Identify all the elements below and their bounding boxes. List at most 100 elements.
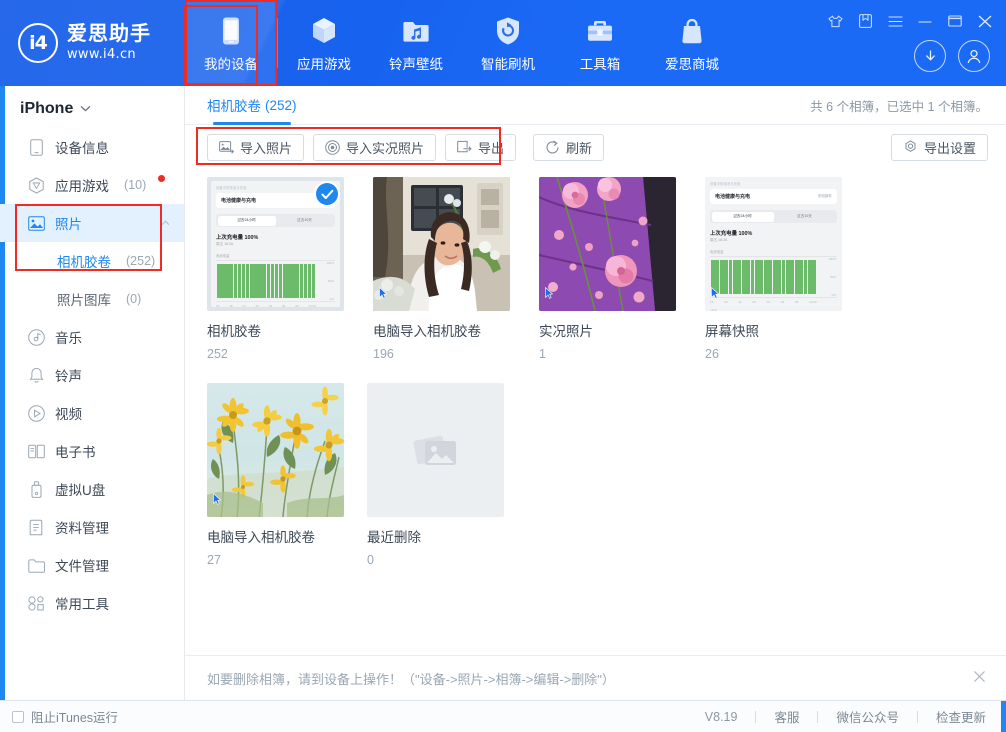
album-cell[interactable]: 最近删除 0 <box>367 383 527 567</box>
album-thumbnail[interactable] <box>207 383 344 517</box>
sidebar-item-data-management[interactable]: 资料管理 <box>0 508 184 546</box>
block-itunes-checkbox[interactable]: 阻止iTunes运行 <box>12 707 118 726</box>
chevron-down-icon <box>80 103 91 115</box>
export-icon <box>457 140 472 154</box>
sidebar-item-label: 虚拟U盘 <box>55 479 105 499</box>
battery-headline: 上次充电量 100% <box>710 229 837 237</box>
close-icon[interactable] <box>976 12 994 30</box>
sidebar-item-virtual-usb[interactable]: 虚拟U盘 <box>0 470 184 508</box>
close-icon[interactable] <box>969 666 990 690</box>
sidebar-item-apps-games[interactable]: 应用游戏 (10) <box>0 166 184 204</box>
album-grid-container: 设置中的电池与充电 电池健康与充电 未知部件 过去24小时 过去10天 <box>185 169 1006 655</box>
album-cell[interactable]: 电脑导入相机胶卷 27 <box>207 383 367 567</box>
support-link[interactable]: 客服 <box>756 707 817 726</box>
nav-item-smart-flash[interactable]: 智能刷机 <box>462 0 554 86</box>
refresh-button[interactable]: 刷新 <box>533 134 604 161</box>
device-selector[interactable]: iPhone <box>0 90 184 128</box>
battery-status-tiny: 设置中的电池与充电 <box>710 181 837 186</box>
woman-flowers-photo <box>373 177 510 311</box>
sidebar: iPhone 设备信息 应用游戏 (10) <box>0 86 185 700</box>
battery-x-tick: 03 <box>269 304 272 307</box>
battery-y-top: 100% <box>317 261 334 265</box>
sidebar-subitem-photo-library[interactable]: 照片图库 (0) <box>0 280 184 318</box>
sidebar-item-common-tools[interactable]: 常用工具 <box>0 584 184 622</box>
version-label: V8.19 <box>705 710 756 724</box>
app-logo: i4 爱思助手 www.i4.cn <box>0 0 185 86</box>
empty-placeholder-icon <box>367 383 504 517</box>
battery-seg-left: 过去24小时 <box>712 212 774 222</box>
battery-headline: 上次充电量 100% <box>216 233 335 241</box>
battery-seg-right: 过去10天 <box>774 212 836 222</box>
battery-x-tick: 18 <box>724 300 727 304</box>
export-settings-button[interactable]: 导出设置 <box>891 134 988 161</box>
battery-x-tick: 06 <box>781 300 784 304</box>
skin-icon[interactable] <box>826 12 844 30</box>
album-grid: 设置中的电池与充电 电池健康与充电 未知部件 过去24小时 过去10天 <box>207 177 988 589</box>
battery-x-tick: 18 <box>229 304 232 307</box>
account-button[interactable] <box>958 40 990 72</box>
export-button[interactable]: 导出 <box>445 134 516 161</box>
album-thumbnail[interactable]: 设置中的电池与充电 电池健康与充电 未知部件 过去24小时 过去10天 <box>207 177 344 311</box>
album-cell[interactable]: 实况照片 1 <box>539 177 699 361</box>
sidebar-item-file-management[interactable]: 文件管理 <box>0 546 184 584</box>
usb-icon <box>27 481 45 498</box>
album-title: 电脑导入相机胶卷 <box>207 526 367 546</box>
wechat-link[interactable]: 微信公众号 <box>818 707 917 726</box>
album-thumbnail[interactable] <box>373 177 510 311</box>
battery-x-tick: 21 <box>738 300 741 304</box>
sidebar-item-videos[interactable]: 视频 <box>0 394 184 432</box>
battery-card-title: 电池健康与充电 <box>221 197 256 204</box>
battery-x-tick: 09 <box>295 304 298 307</box>
minimize-icon[interactable] <box>916 12 934 30</box>
album-cell[interactable]: 电脑导入相机胶卷 196 <box>373 177 533 361</box>
nav-label: 工具箱 <box>580 53 621 73</box>
tab-camera-roll[interactable]: 相机胶卷 (252) <box>207 86 297 125</box>
menu-icon[interactable] <box>886 12 904 30</box>
folder-music-icon <box>402 14 430 48</box>
sidebar-item-ringtones[interactable]: 铃声 <box>0 356 184 394</box>
import-photo-button[interactable]: 导入照片 <box>207 134 304 161</box>
folder-icon <box>27 558 45 573</box>
nav-item-apps-games[interactable]: 应用游戏 <box>278 0 370 86</box>
content-header: 相机胶卷 (252) 共 6 个相簿，已选中 1 个相簿。 <box>185 86 1006 125</box>
phone-icon <box>219 14 243 48</box>
sidebar-subitem-count: (0) <box>126 292 141 306</box>
sidebar-item-ebooks[interactable]: 电子书 <box>0 432 184 470</box>
feedback-icon[interactable] <box>856 12 874 30</box>
battery-y-bot: 0% <box>818 293 836 297</box>
maximize-icon[interactable] <box>946 12 964 30</box>
sidebar-item-label: 应用游戏 <box>55 175 109 195</box>
download-button[interactable] <box>914 40 946 72</box>
album-cell[interactable]: 设置中的电池与充电 电池健康与充电 未知部件 过去24小时 过去10天 <box>207 177 367 361</box>
cursor-icon <box>379 286 386 297</box>
album-cell[interactable]: 设置中的电池与充电 电池健康与充电 未知部件 过去24小时 过去10天 <box>705 177 865 361</box>
battery-seg-left: 过去24小时 <box>218 216 276 226</box>
button-label: 导出设置 <box>924 138 976 157</box>
sidebar-item-device-info[interactable]: 设备信息 <box>0 128 184 166</box>
cursor-icon <box>545 286 552 297</box>
nav-item-ringtones-wallpaper[interactable]: 铃声壁纸 <box>370 0 462 86</box>
album-count: 0 <box>367 553 527 567</box>
album-thumbnail[interactable] <box>539 177 676 311</box>
selected-check-icon <box>316 183 338 205</box>
pink-roses-photo <box>539 177 676 311</box>
check-update-link[interactable]: 检查更新 <box>918 707 992 726</box>
bell-icon <box>27 367 45 384</box>
sidebar-item-photos[interactable]: 照片 <box>0 204 184 242</box>
tab-count: (252) <box>265 98 297 113</box>
battery-y-top: 100% <box>818 257 836 261</box>
checkbox-icon[interactable] <box>12 711 24 723</box>
notice-text: 如要删除相簿，请到设备上操作！（"设备->照片->相簿->编辑->删除"） <box>207 669 615 688</box>
sidebar-subitem-camera-roll[interactable]: 相机胶卷 (252) <box>0 242 184 280</box>
album-thumbnail[interactable]: 设置中的电池与充电 电池健康与充电 未知部件 过去24小时 过去10天 <box>705 177 842 311</box>
nav-item-my-device[interactable]: 我的设备 <box>185 0 277 86</box>
shopping-bag-icon <box>679 14 705 48</box>
sidebar-item-music[interactable]: 音乐 <box>0 318 184 356</box>
import-live-photo-button[interactable]: 导入实况照片 <box>313 134 436 161</box>
nav-item-store[interactable]: 爱思商城 <box>646 0 738 86</box>
album-thumbnail[interactable] <box>367 383 504 517</box>
nav-item-toolbox[interactable]: 工具箱 <box>554 0 646 86</box>
album-count: 26 <box>705 347 865 361</box>
nav-label: 我的设备 <box>204 53 258 73</box>
album-title: 最近删除 <box>367 526 527 546</box>
